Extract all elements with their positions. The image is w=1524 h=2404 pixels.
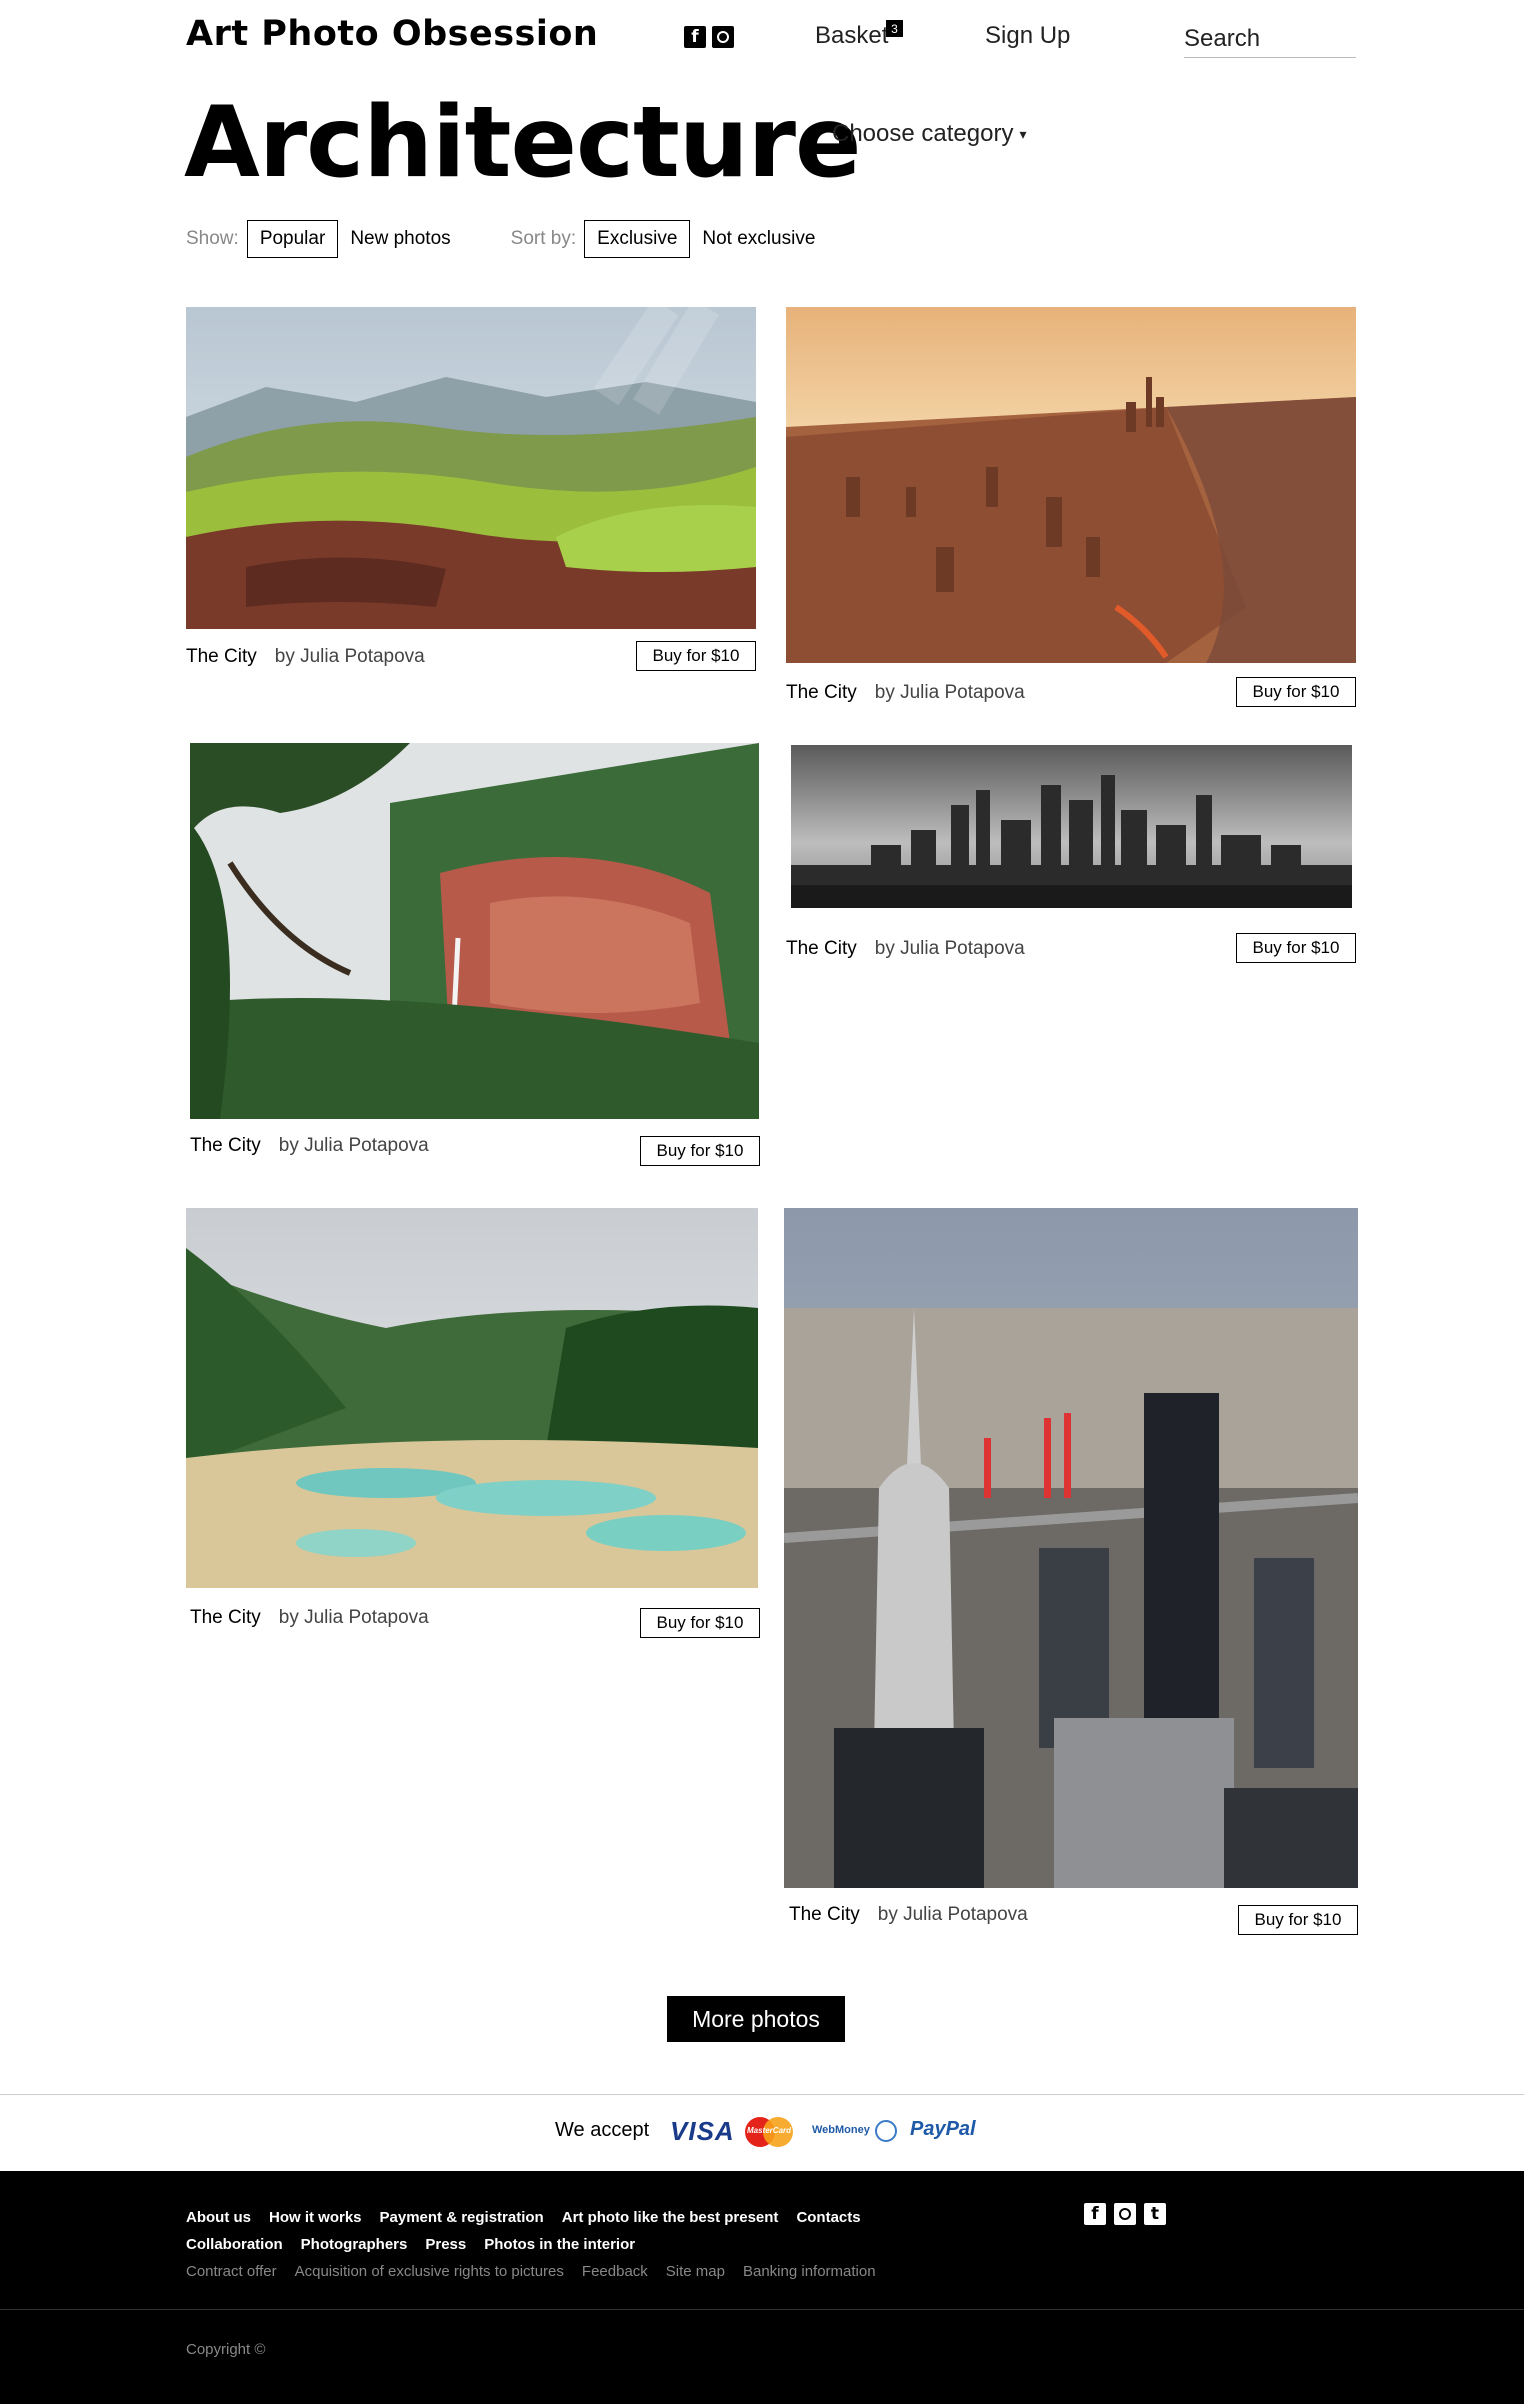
photo-author[interactable]: by Julia Potapova (875, 682, 1025, 704)
divider (0, 2094, 1524, 2095)
footer-links-tertiary: Contract offer Acquisition of exclusive … (186, 2263, 894, 2280)
photo-caption: The City by Julia Potapova (786, 938, 1025, 960)
search-input[interactable] (1184, 20, 1356, 58)
footer-link[interactable]: About us (186, 2209, 251, 2226)
footer-link[interactable]: Payment & registration (380, 2209, 544, 2226)
footer-link[interactable]: Contract offer (186, 2263, 277, 2280)
footer-link[interactable]: Banking information (743, 2263, 876, 2280)
buy-button[interactable]: Buy for $10 (1236, 933, 1356, 963)
footer-link[interactable]: Press (425, 2236, 466, 2253)
instagram-icon[interactable] (712, 26, 734, 48)
footer-link[interactable]: Art photo like the best present (562, 2209, 779, 2226)
buy-button[interactable]: Buy for $10 (1236, 677, 1356, 707)
sort-not-exclusive-button[interactable]: Not exclusive (690, 220, 827, 258)
tumblr-icon[interactable]: t (1144, 2203, 1166, 2225)
footer-social: f t (1084, 2203, 1166, 2225)
more-photos-button[interactable]: More photos (667, 1996, 845, 2042)
photo-author[interactable]: by Julia Potapova (878, 1904, 1028, 1926)
instagram-icon[interactable] (1114, 2203, 1136, 2225)
copyright: Copyright © (186, 2341, 266, 2358)
photo-title[interactable]: The City (786, 682, 857, 704)
photo-image[interactable] (186, 307, 756, 629)
photo-author[interactable]: by Julia Potapova (279, 1135, 429, 1157)
footer-link[interactable]: Site map (666, 2263, 725, 2280)
footer-link[interactable]: Acquisition of exclusive rights to pictu… (295, 2263, 564, 2280)
payments-label: We accept (555, 2119, 650, 2141)
photo-caption: The City by Julia Potapova (786, 682, 1025, 704)
photo-author[interactable]: by Julia Potapova (279, 1607, 429, 1629)
footer-link[interactable]: Contacts (796, 2209, 860, 2226)
photo-title[interactable]: The City (190, 1135, 261, 1157)
chevron-down-icon: ▾ (1019, 126, 1027, 143)
sort-exclusive-button[interactable]: Exclusive (584, 220, 691, 258)
photo-title[interactable]: The City (789, 1904, 860, 1926)
photo-image[interactable] (791, 745, 1352, 908)
buy-button[interactable]: Buy for $10 (1238, 1905, 1358, 1935)
footer-link[interactable]: Collaboration (186, 2236, 283, 2253)
footer-links-secondary: Collaboration Photographers Press Photos… (186, 2236, 653, 2253)
photo-title[interactable]: The City (786, 938, 857, 960)
sort-label: Sort by: (510, 228, 577, 249)
page-title: Architecture (184, 86, 861, 200)
mastercard-logo: MasterCard (745, 2117, 795, 2147)
footer-divider (0, 2309, 1524, 2310)
photo-author[interactable]: by Julia Potapova (275, 646, 425, 668)
footer-links-primary: About us How it works Payment & registra… (186, 2209, 879, 2226)
facebook-icon[interactable]: f (684, 26, 706, 48)
basket-link[interactable]: Basket (815, 22, 888, 50)
header-social: f (684, 26, 734, 48)
photo-caption: The City by Julia Potapova (186, 646, 425, 668)
signup-link[interactable]: Sign Up (985, 22, 1070, 50)
buy-button[interactable]: Buy for $10 (640, 1136, 760, 1166)
buy-button[interactable]: Buy for $10 (636, 641, 756, 671)
buy-button[interactable]: Buy for $10 (640, 1608, 760, 1638)
photo-image[interactable] (786, 307, 1356, 663)
visa-logo: VISA (670, 2116, 735, 2146)
photo-caption: The City by Julia Potapova (789, 1904, 1028, 1926)
photo-image[interactable] (190, 743, 759, 1119)
footer-link[interactable]: How it works (269, 2209, 362, 2226)
facebook-icon[interactable]: f (1084, 2203, 1106, 2225)
footer-link[interactable]: Feedback (582, 2263, 648, 2280)
show-new-button[interactable]: New photos (338, 220, 462, 258)
site-logo[interactable]: Art Photo Obsession (186, 14, 598, 54)
footer-link[interactable]: Photos in the interior (484, 2236, 635, 2253)
webmoney-globe-icon (875, 2120, 897, 2142)
show-popular-button[interactable]: Popular (246, 220, 339, 258)
footer: About us How it works Payment & registra… (0, 2171, 1524, 2404)
basket-count-badge: 3 (886, 20, 903, 37)
filter-bar: Show: Popular New photos Sort by: Exclus… (186, 220, 827, 258)
photo-caption: The City by Julia Potapova (190, 1135, 429, 1157)
category-dropdown[interactable]: Choose category ▾ (832, 120, 1026, 148)
category-label: Choose category (832, 120, 1014, 147)
webmoney-logo: WebMoney (812, 2124, 870, 2136)
footer-link[interactable]: Photographers (301, 2236, 408, 2253)
photo-title[interactable]: The City (190, 1607, 261, 1629)
photo-title[interactable]: The City (186, 646, 257, 668)
paypal-logo: PayPal (910, 2118, 976, 2140)
photo-author[interactable]: by Julia Potapova (875, 938, 1025, 960)
photo-image[interactable] (186, 1208, 758, 1588)
show-label: Show: (186, 228, 239, 249)
photo-caption: The City by Julia Potapova (190, 1607, 429, 1629)
photo-image[interactable] (784, 1208, 1358, 1888)
